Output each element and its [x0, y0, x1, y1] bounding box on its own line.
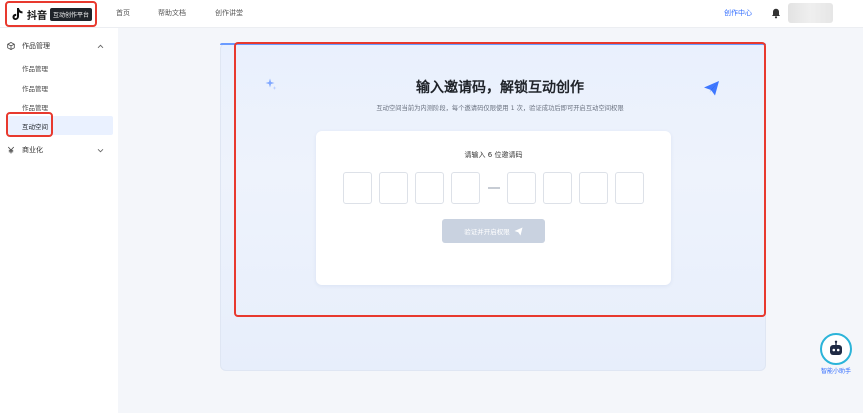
content-highlight — [234, 42, 766, 317]
sidebar-item-2[interactable]: 作品管理 — [22, 83, 48, 93]
logo[interactable]: 抖音 互动创作平台 — [5, 1, 97, 27]
assistant-label: 智能小助手 — [820, 368, 851, 375]
assistant-button[interactable] — [820, 333, 852, 365]
sidebar-group-label: 作品管理 — [22, 42, 50, 50]
avatar[interactable] — [788, 3, 833, 23]
douyin-logo-icon — [12, 8, 23, 20]
top-bar: 抖音 互动创作平台 首页 帮助文档 创作讲堂 创作中心 — [0, 0, 863, 28]
logo-text: 抖音 — [27, 10, 47, 22]
chevron-up-icon — [97, 44, 104, 48]
sidebar-item-1[interactable]: 作品管理 — [22, 63, 48, 73]
robot-icon — [830, 340, 842, 355]
platform-badge: 互动创作平台 — [50, 7, 93, 21]
creator-center-link[interactable]: 创作中心 — [724, 8, 752, 18]
sidebar-group-commercial[interactable]: 商业化 — [0, 141, 118, 159]
nav-home[interactable]: 首页 — [116, 8, 130, 18]
nav-creator-class[interactable]: 创作讲堂 — [215, 8, 243, 18]
yuan-icon — [7, 146, 15, 154]
sidebar-item-highlight — [6, 112, 53, 137]
cube-icon — [7, 42, 15, 50]
sidebar-group-works[interactable]: 作品管理 — [0, 37, 118, 55]
chevron-down-icon — [97, 148, 104, 152]
bell-icon[interactable] — [771, 8, 781, 19]
nav-help-docs[interactable]: 帮助文档 — [158, 8, 186, 18]
sidebar-item-3[interactable]: 作品管理 — [22, 102, 48, 112]
sidebar: 作品管理 作品管理 作品管理 作品管理 互动空间 商业化 — [0, 28, 118, 413]
sidebar-group-label: 商业化 — [22, 146, 43, 154]
